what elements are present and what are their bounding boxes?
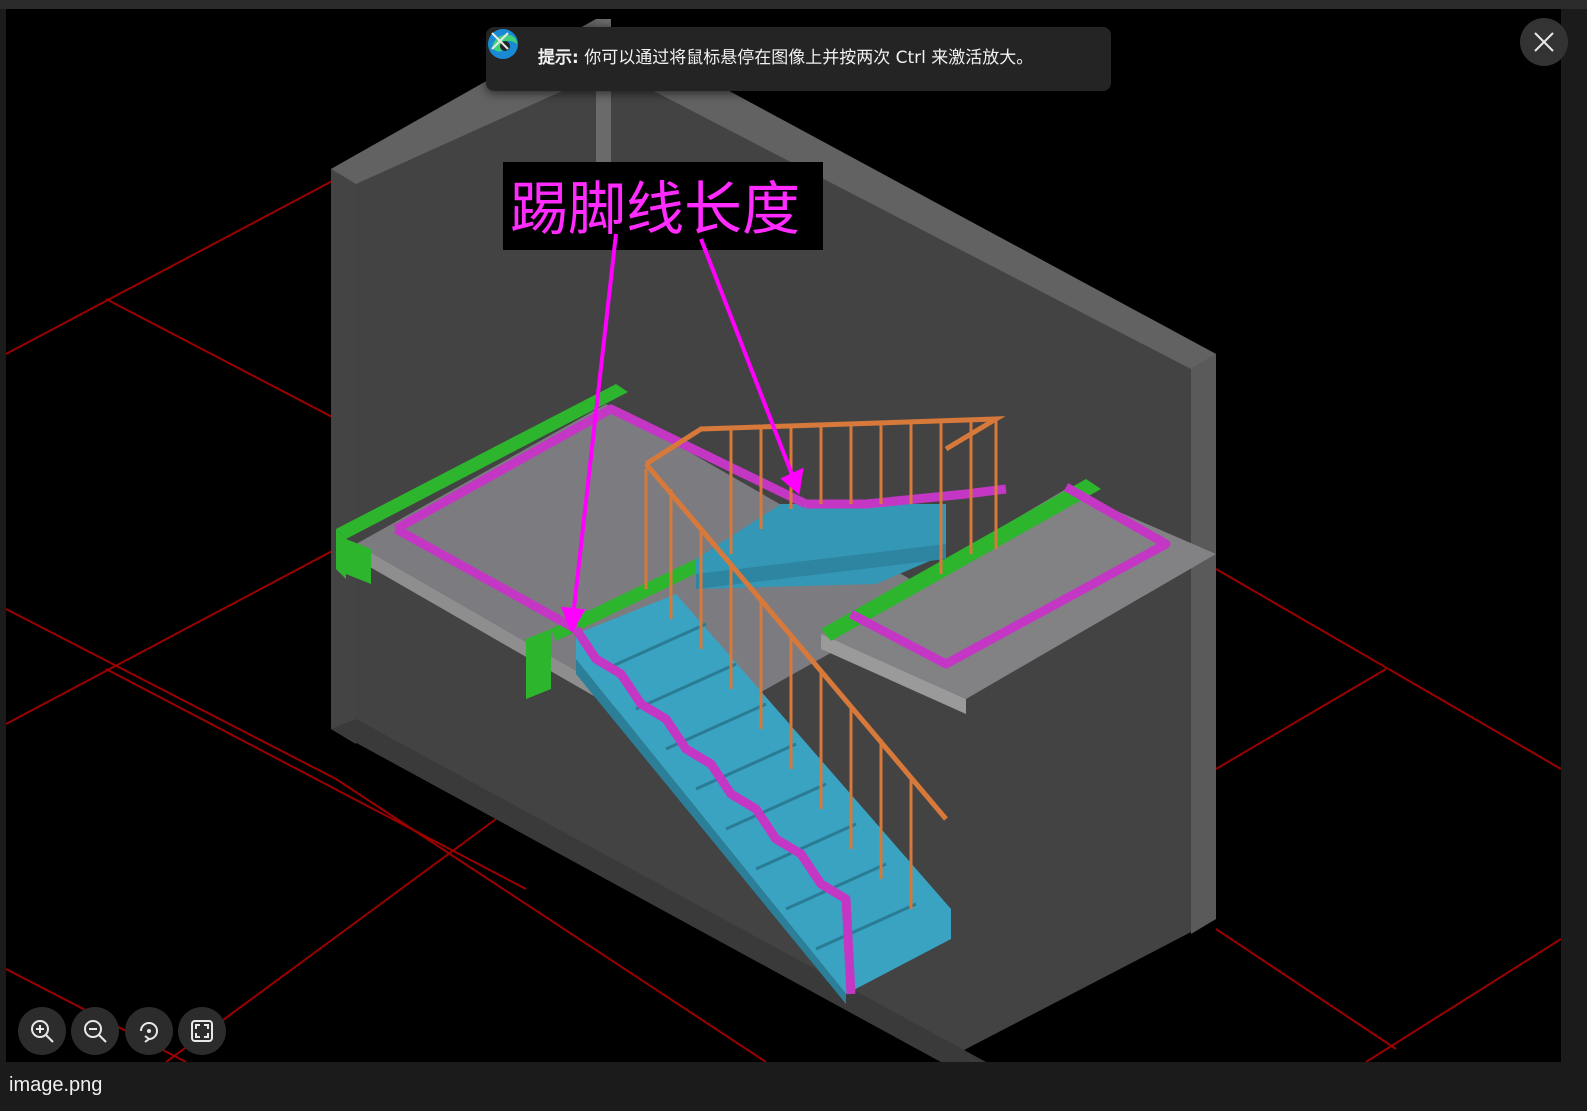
- window-top-strip: [0, 0, 1587, 9]
- image-viewer[interactable]: 踢脚线长度 提示: 你可以通过将鼠标悬停在图像上并按两次 Ctrl 来激活放大。: [6, 9, 1561, 1062]
- zoom-in-button[interactable]: [18, 1007, 66, 1055]
- image-filename: image.png: [9, 1074, 103, 1096]
- toast-message: 你可以通过将鼠标悬停在图像上并按两次 Ctrl 来激活放大。: [584, 48, 1034, 68]
- toast-title: 提示:: [538, 48, 579, 68]
- close-icon: [1534, 32, 1554, 52]
- rotate-icon: [140, 1022, 158, 1043]
- zoom-in-icon: [31, 1020, 54, 1043]
- skirting-length-label: 踢脚线长度: [510, 175, 800, 243]
- close-icon[interactable]: [486, 27, 514, 55]
- rotate-button[interactable]: [125, 1007, 173, 1055]
- stair-3d-drawing: 踢脚线长度: [6, 19, 1561, 1062]
- zoom-out-button[interactable]: [71, 1007, 119, 1055]
- close-viewer-button[interactable]: [1520, 18, 1568, 66]
- zoom-tip-toast: 提示: 你可以通过将鼠标悬停在图像上并按两次 Ctrl 来激活放大。: [486, 27, 1111, 91]
- toast-text: 提示: 你可以通过将鼠标悬停在图像上并按两次 Ctrl 来激活放大。: [538, 47, 1033, 69]
- fit-screen-button[interactable]: [178, 1007, 226, 1055]
- fit-screen-icon: [191, 1020, 213, 1042]
- zoom-out-icon: [84, 1020, 107, 1043]
